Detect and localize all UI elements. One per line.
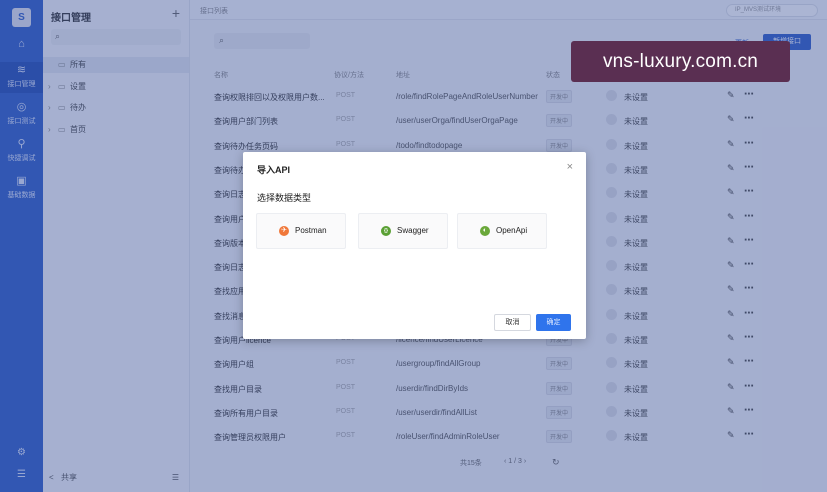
option-openapi[interactable]: ◐ OpenApi <box>457 213 547 249</box>
openapi-icon: ◐ <box>480 226 490 236</box>
swagger-icon: {} <box>381 226 391 236</box>
option-label: OpenApi <box>496 226 528 235</box>
confirm-button[interactable]: 确定 <box>536 314 571 331</box>
import-api-dialog: 导入API × 选择数据类型 ✈ Postman {} Swagger ◐ Op… <box>243 152 586 339</box>
cancel-button[interactable]: 取消 <box>494 314 531 331</box>
option-label: Swagger <box>397 226 429 235</box>
dialog-title: 导入API <box>257 165 291 175</box>
option-swagger[interactable]: {} Swagger <box>358 213 448 249</box>
option-label: Postman <box>295 226 327 235</box>
close-icon[interactable]: × <box>567 161 573 173</box>
option-postman[interactable]: ✈ Postman <box>256 213 346 249</box>
postman-icon: ✈ <box>279 226 289 236</box>
watermark: vns-luxury.com.cn <box>571 41 790 82</box>
dialog-subtitle: 选择数据类型 <box>257 193 312 203</box>
